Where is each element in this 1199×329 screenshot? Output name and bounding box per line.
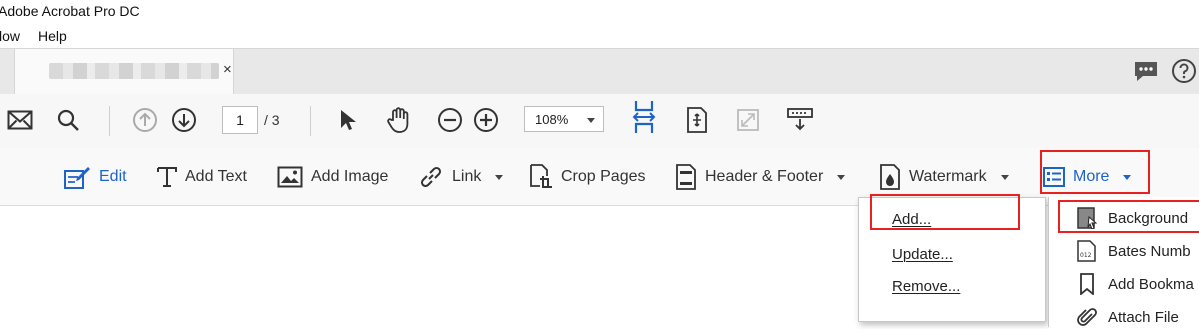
text-icon	[157, 167, 177, 187]
tab-bar: ×	[0, 48, 1199, 95]
page-number-input[interactable]: 1	[222, 106, 258, 134]
select-cursor-icon[interactable]	[333, 106, 361, 134]
header-footer-label: Header & Footer	[705, 168, 824, 185]
hand-tool-icon[interactable]	[385, 106, 413, 134]
page-total: / 3	[264, 112, 280, 128]
bates-label: Bates Numb	[1108, 242, 1191, 260]
menu-item-add-bookmark[interactable]: Add Bookma	[1077, 272, 1194, 296]
menu-bar: low Help	[0, 24, 1199, 48]
bookmark-icon	[1077, 273, 1097, 295]
separator	[310, 106, 311, 136]
crop-pages-button[interactable]: Crop Pages	[529, 164, 646, 189]
comment-icon[interactable]	[1133, 59, 1159, 88]
image-icon	[277, 166, 303, 188]
zoom-in-icon[interactable]	[472, 106, 500, 134]
crop-pages-label: Crop Pages	[561, 168, 646, 185]
edit-button[interactable]: Edit	[63, 165, 127, 189]
more-highlight-box	[1040, 150, 1150, 194]
email-icon[interactable]	[6, 106, 34, 134]
previous-page-icon[interactable]	[131, 106, 159, 134]
read-mode-icon[interactable]	[786, 106, 814, 134]
blurred-tab-title	[49, 63, 219, 79]
edit-label: Edit	[99, 168, 127, 185]
crop-icon	[530, 164, 552, 188]
close-tab-icon[interactable]: ×	[223, 61, 232, 78]
zoom-value: 108%	[535, 112, 569, 127]
bookmark-label: Add Bookma	[1108, 275, 1194, 293]
search-icon[interactable]	[54, 106, 82, 134]
svg-text:012: 012	[1080, 252, 1092, 259]
add-text-label: Add Text	[185, 168, 247, 185]
chevron-down-icon	[1000, 174, 1009, 180]
menu-item-update[interactable]: Update...	[892, 246, 953, 263]
watermark-button[interactable]: Watermark	[879, 164, 1009, 190]
menu-window[interactable]: low	[0, 28, 20, 44]
link-icon	[420, 166, 442, 188]
header-footer-icon	[676, 164, 696, 190]
chevron-down-icon	[495, 174, 504, 180]
menu-item-bates-numbering[interactable]: 012 Bates Numb	[1077, 239, 1191, 263]
chevron-down-icon	[837, 174, 846, 180]
full-screen-icon[interactable]	[734, 106, 762, 134]
menu-help[interactable]: Help	[38, 28, 67, 44]
fit-width-icon[interactable]	[630, 101, 658, 133]
link-button[interactable]: Link	[418, 165, 504, 189]
edit-icon	[64, 167, 90, 189]
next-page-icon[interactable]	[170, 106, 198, 134]
add-text-button[interactable]: Add Text	[157, 165, 247, 189]
watermark-icon	[880, 164, 900, 190]
bates-number-icon: 012	[1077, 240, 1097, 262]
watermark-label: Watermark	[909, 168, 987, 185]
zoom-out-icon[interactable]	[436, 106, 464, 134]
help-icon[interactable]	[1171, 58, 1197, 89]
title-bar: Adobe Acrobat Pro DC	[0, 0, 1199, 24]
link-label: Link	[452, 168, 482, 185]
document-tab[interactable]: ×	[14, 49, 234, 95]
window-title: Adobe Acrobat Pro DC	[0, 3, 140, 19]
fit-page-icon[interactable]	[683, 106, 711, 134]
header-footer-button[interactable]: Header & Footer	[675, 164, 846, 190]
add-image-label: Add Image	[311, 168, 389, 185]
main-toolbar: 1 / 3 108%	[0, 94, 1199, 149]
paperclip-icon	[1077, 306, 1097, 328]
menu-item-attach-file[interactable]: Attach File	[1077, 305, 1179, 329]
add-highlight-box	[870, 194, 1020, 230]
background-highlight-box	[1058, 200, 1199, 233]
add-image-button[interactable]: Add Image	[277, 165, 388, 189]
zoom-select[interactable]: 108%	[524, 106, 604, 132]
chevron-down-icon	[587, 118, 595, 123]
separator	[109, 106, 110, 136]
menu-item-remove[interactable]: Remove...	[892, 278, 960, 295]
